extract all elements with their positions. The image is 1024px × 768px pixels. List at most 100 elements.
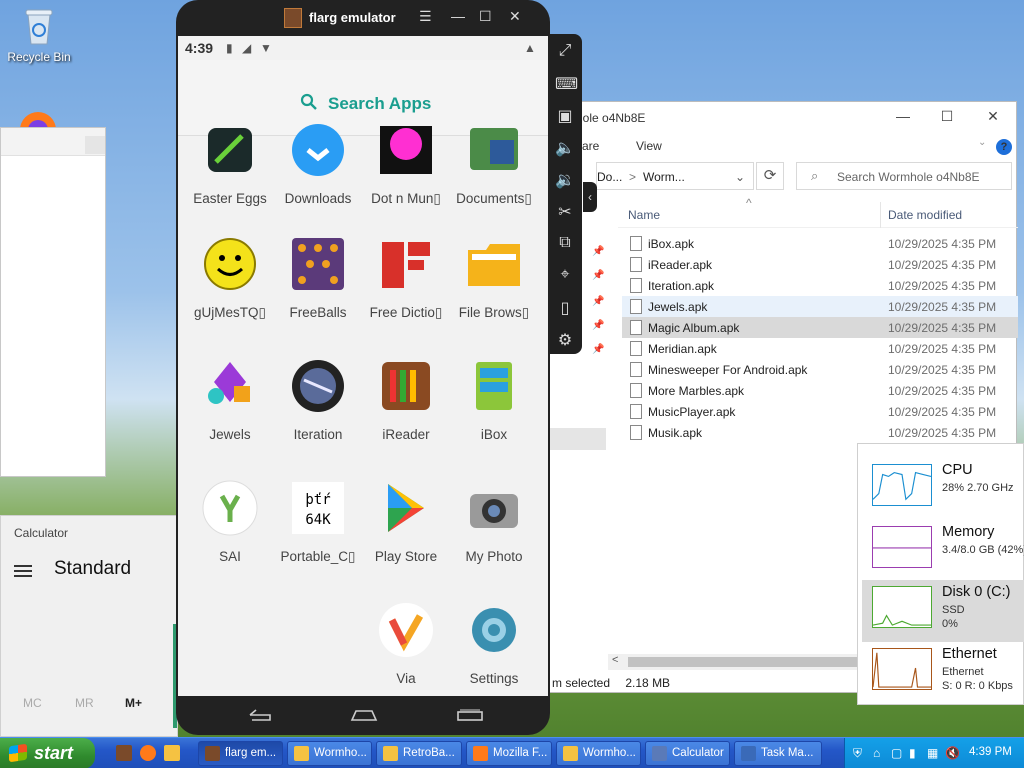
app-settings[interactable]: Settings xyxy=(450,602,538,686)
pin-icon[interactable]: 📌 xyxy=(592,344,604,355)
perf-item-disk[interactable]: Disk 0 (C:) SSD 0% xyxy=(862,580,1024,642)
scroll-left-icon[interactable]: < xyxy=(612,654,618,666)
screenshot-icon[interactable]: ✂ xyxy=(555,202,575,222)
chevron-down-icon[interactable]: ⌄ xyxy=(978,137,986,148)
file-row[interactable]: iReader.apk 10/29/2025 4:35 PM xyxy=(622,254,1018,275)
app-ibox[interactable]: iBox xyxy=(450,358,538,442)
file-row[interactable]: More Marbles.apk 10/29/2025 4:35 PM xyxy=(622,380,1018,401)
file-row[interactable]: Magic Album.apk 10/29/2025 4:35 PM xyxy=(622,317,1018,338)
firefox-quicklaunch-icon[interactable] xyxy=(140,745,156,761)
perf-item-memory[interactable]: Memory 3.4/8.0 GB (42%) xyxy=(862,520,1024,582)
app-portable[interactable]: þťŕ 64K Portable_C▯ xyxy=(274,480,362,565)
pin-icon[interactable]: 📌 xyxy=(592,320,604,331)
file-row[interactable]: Jewels.apk 10/29/2025 4:35 PM xyxy=(622,296,1018,317)
minimize-icon[interactable]: — xyxy=(451,8,465,24)
volume-muted-icon[interactable]: 🔇 xyxy=(945,746,960,760)
back-icon[interactable] xyxy=(246,708,272,722)
clock[interactable]: 4:39 PM xyxy=(969,746,1012,758)
fullscreen-icon[interactable]: ⤢ xyxy=(555,42,575,62)
taskbar-button[interactable]: Wormho... xyxy=(287,741,372,766)
flarg-quicklaunch-icon[interactable] xyxy=(116,745,132,761)
app-freeballs[interactable]: FreeBalls xyxy=(274,236,362,320)
settings-gear-icon[interactable]: ⚙ xyxy=(555,330,575,350)
collapse-toolbar-icon[interactable]: ‹ xyxy=(583,182,597,212)
file-row[interactable]: iBox.apk 10/29/2025 4:35 PM xyxy=(622,233,1018,254)
address-part-2[interactable]: Worm... xyxy=(643,170,685,184)
column-name[interactable]: Name xyxy=(628,208,660,222)
multi-instance-icon[interactable]: ⧉ xyxy=(555,234,575,254)
task-manager-window[interactable]: CPU 28% 2.70 GHz Memory 3.4/8.0 GB (42%) Dis… xyxy=(857,443,1024,705)
menu-icon[interactable]: ☰ xyxy=(419,8,432,25)
calculator-window[interactable]: Calculator Standard MC MR M+ xyxy=(0,515,178,737)
address-bar[interactable]: Do... > Worm... ⌄ xyxy=(596,162,754,190)
keyboard-icon[interactable]: ⌨ xyxy=(555,74,578,94)
ribbon-tab-view[interactable]: View xyxy=(636,139,662,153)
recents-icon[interactable] xyxy=(456,708,484,722)
file-row[interactable]: MusicPlayer.apk 10/29/2025 4:35 PM xyxy=(622,401,1018,422)
app-folder[interactable]: File Brows▯ xyxy=(450,236,538,321)
app-downloads[interactable]: Downloads xyxy=(274,122,362,206)
minimize-button[interactable]: — xyxy=(888,108,918,126)
taskbar-button[interactable]: Mozilla F... xyxy=(466,741,552,766)
taskbar-button[interactable]: Task Ma... xyxy=(734,741,822,766)
app-dot-n-mun[interactable]: Dot n Mun▯ xyxy=(362,122,450,207)
recycle-bin-icon[interactable]: Recycle Bin xyxy=(4,6,74,64)
home-icon[interactable] xyxy=(350,708,378,722)
volume-down-icon[interactable]: 🔉 xyxy=(555,170,575,190)
pin-icon[interactable]: 📌 xyxy=(592,296,604,307)
volume-up-icon[interactable]: 🔈 xyxy=(555,138,575,158)
pin-icon[interactable]: 📌 xyxy=(592,270,604,281)
perf-item-ethernet[interactable]: Ethernet Ethernet S: 0 R: 0 Kbps xyxy=(862,642,1024,704)
app-jewels[interactable]: Jewels xyxy=(186,358,274,442)
display-icon[interactable]: ▢ xyxy=(891,746,905,760)
app-ireader[interactable]: iReader xyxy=(362,358,450,442)
hamburger-menu-icon[interactable] xyxy=(14,562,32,580)
app-via[interactable]: Via xyxy=(362,602,450,686)
file-row[interactable]: Iteration.apk 10/29/2025 4:35 PM xyxy=(622,275,1018,296)
emulator-window[interactable]: flarg emulator ☰ — ☐ ✕ 4:39 ▮ ◢ ▼ ▲ Sear… xyxy=(176,0,550,735)
mc-button[interactable]: MC xyxy=(23,696,42,710)
taskbar-button[interactable]: flarg em... xyxy=(198,741,283,766)
nav-selected-item[interactable] xyxy=(548,428,606,450)
folder-quicklaunch-icon[interactable] xyxy=(164,745,180,761)
taskbar-button[interactable]: Wormho... xyxy=(556,741,641,766)
app-smiley[interactable]: gUjMesTQ▯ xyxy=(186,236,274,321)
close-button[interactable]: ✕ xyxy=(978,108,1008,126)
flarg-tray-icon[interactable]: ▮ xyxy=(909,746,923,760)
maximize-button[interactable]: ☐ xyxy=(932,108,962,126)
file-row[interactable]: Musik.apk 10/29/2025 4:35 PM xyxy=(622,422,1018,443)
app-camera[interactable]: My Photo xyxy=(450,480,538,564)
search-box[interactable]: ⌕ Search Wormhole o4Nb8E xyxy=(796,162,1012,190)
location-icon[interactable]: ⌖ xyxy=(555,266,575,286)
help-icon[interactable]: ? xyxy=(996,139,1012,155)
shake-icon[interactable]: ▯ xyxy=(555,298,575,318)
mr-button[interactable]: MR xyxy=(75,696,94,710)
maximize-icon[interactable]: ☐ xyxy=(479,8,492,25)
address-part-1[interactable]: Do... xyxy=(597,170,622,184)
chevron-down-icon[interactable]: ⌄ xyxy=(735,170,745,184)
refresh-button[interactable]: ⟳ xyxy=(756,162,784,190)
ribbon-tab-share[interactable]: are xyxy=(582,139,599,153)
start-button[interactable]: start xyxy=(0,738,95,768)
taskbar-button[interactable]: RetroBa... xyxy=(376,741,462,766)
close-icon[interactable]: ✕ xyxy=(509,8,521,25)
pin-icon[interactable]: 📌 xyxy=(592,246,604,257)
shield-icon[interactable]: ⛨ xyxy=(853,746,867,760)
app-documents[interactable]: Documents▯ xyxy=(450,122,538,207)
column-date-modified[interactable]: Date modified xyxy=(888,208,962,222)
app-iteration[interactable]: Iteration xyxy=(274,358,362,442)
app-easter-eggs[interactable]: Easter Eggs xyxy=(186,122,274,206)
app-sai[interactable]: SAI xyxy=(186,480,274,564)
network-icon[interactable]: ⌂ xyxy=(873,746,887,760)
file-row[interactable]: Minesweeper For Android.apk 10/29/2025 4:… xyxy=(622,359,1018,380)
task-manager-tray-icon[interactable]: ▦ xyxy=(927,746,941,760)
taskbar-button[interactable]: Calculator xyxy=(645,741,730,766)
apk-install-icon[interactable]: ▣ xyxy=(555,106,575,126)
android-screen[interactable]: 4:39 ▮ ◢ ▼ ▲ Search Apps Easter Eggs Down… xyxy=(178,36,548,696)
m-plus-button[interactable]: M+ xyxy=(125,696,142,710)
app-play-store[interactable]: Play Store xyxy=(362,480,450,564)
background-window[interactable] xyxy=(0,127,106,477)
search-input[interactable]: Search Wormhole o4Nb8E xyxy=(837,170,980,184)
perf-item-cpu[interactable]: CPU 28% 2.70 GHz xyxy=(862,458,1024,520)
app-dictionary[interactable]: Free Dictio▯ xyxy=(362,236,450,321)
